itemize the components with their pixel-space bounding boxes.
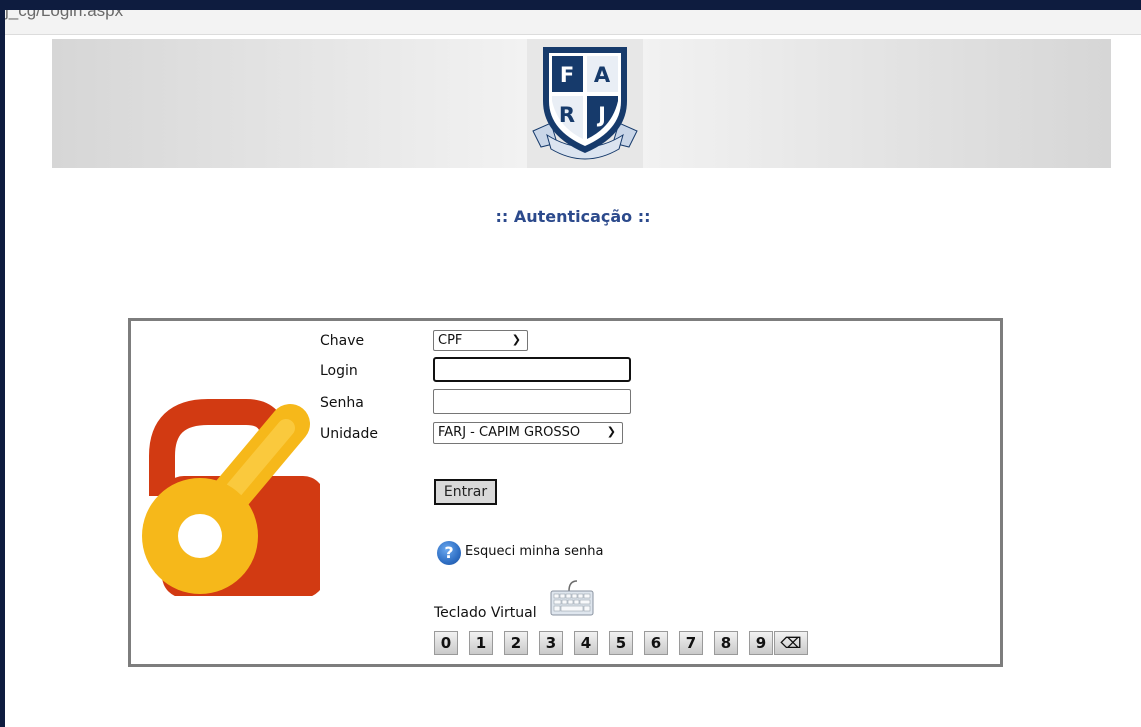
help-icon: ? <box>437 541 461 565</box>
logo-letter-a: A <box>594 63 611 87</box>
key-8[interactable]: 8 <box>714 631 738 655</box>
logo-letter-j: J <box>596 103 606 127</box>
header-banner: F A R J <box>52 39 1111 168</box>
unidade-label: Unidade <box>320 426 378 442</box>
logo-letter-r: R <box>559 103 575 127</box>
farj-logo: F A R J <box>527 39 643 168</box>
chave-select[interactable]: CPF ❯ <box>433 330 528 351</box>
lock-key-icon <box>142 399 320 596</box>
address-url[interactable]: j_cg/Login.aspx <box>5 10 123 21</box>
key-3[interactable]: 3 <box>539 631 563 655</box>
key-2[interactable]: 2 <box>504 631 528 655</box>
window-top-frame <box>0 0 1141 10</box>
login-input[interactable] <box>433 357 631 382</box>
key-1[interactable]: 1 <box>469 631 493 655</box>
key-4[interactable]: 4 <box>574 631 598 655</box>
chave-select-value: CPF <box>438 333 463 348</box>
chave-label: Chave <box>320 333 365 349</box>
browser-viewport: j_cg/Login.aspx F A R J:: Autenticação … <box>5 10 1141 727</box>
chevron-down-icon: ❯ <box>511 333 521 346</box>
key-9[interactable]: 9 <box>749 631 773 655</box>
senha-input[interactable] <box>433 389 631 414</box>
entrar-button[interactable]: Entrar <box>434 479 497 505</box>
forgot-password-label: Esqueci minha senha <box>465 544 604 559</box>
key-5[interactable]: 5 <box>609 631 633 655</box>
login-panel: Chave Login Senha Unidade CPF ❯ FARJ - C… <box>128 318 1003 667</box>
key-0[interactable]: 0 <box>434 631 458 655</box>
chevron-down-icon: ❯ <box>606 425 616 438</box>
virtual-keyboard-label: Teclado Virtual <box>434 605 537 621</box>
keyboard-icon[interactable] <box>547 579 597 621</box>
key-7[interactable]: 7 <box>679 631 703 655</box>
unidade-select-value: FARJ - CAPIM GROSSO <box>438 425 581 440</box>
key-6[interactable]: 6 <box>644 631 668 655</box>
unidade-select[interactable]: FARJ - CAPIM GROSSO ❯ <box>433 422 623 444</box>
address-bar-strip: j_cg/Login.aspx <box>5 10 1141 35</box>
page-title: :: Autenticação :: <box>495 207 651 226</box>
logo-letter-f: F <box>560 63 574 87</box>
backspace-key[interactable]: ⌫ <box>774 631 808 655</box>
login-label: Login <box>320 363 358 379</box>
senha-label: Senha <box>320 395 364 411</box>
